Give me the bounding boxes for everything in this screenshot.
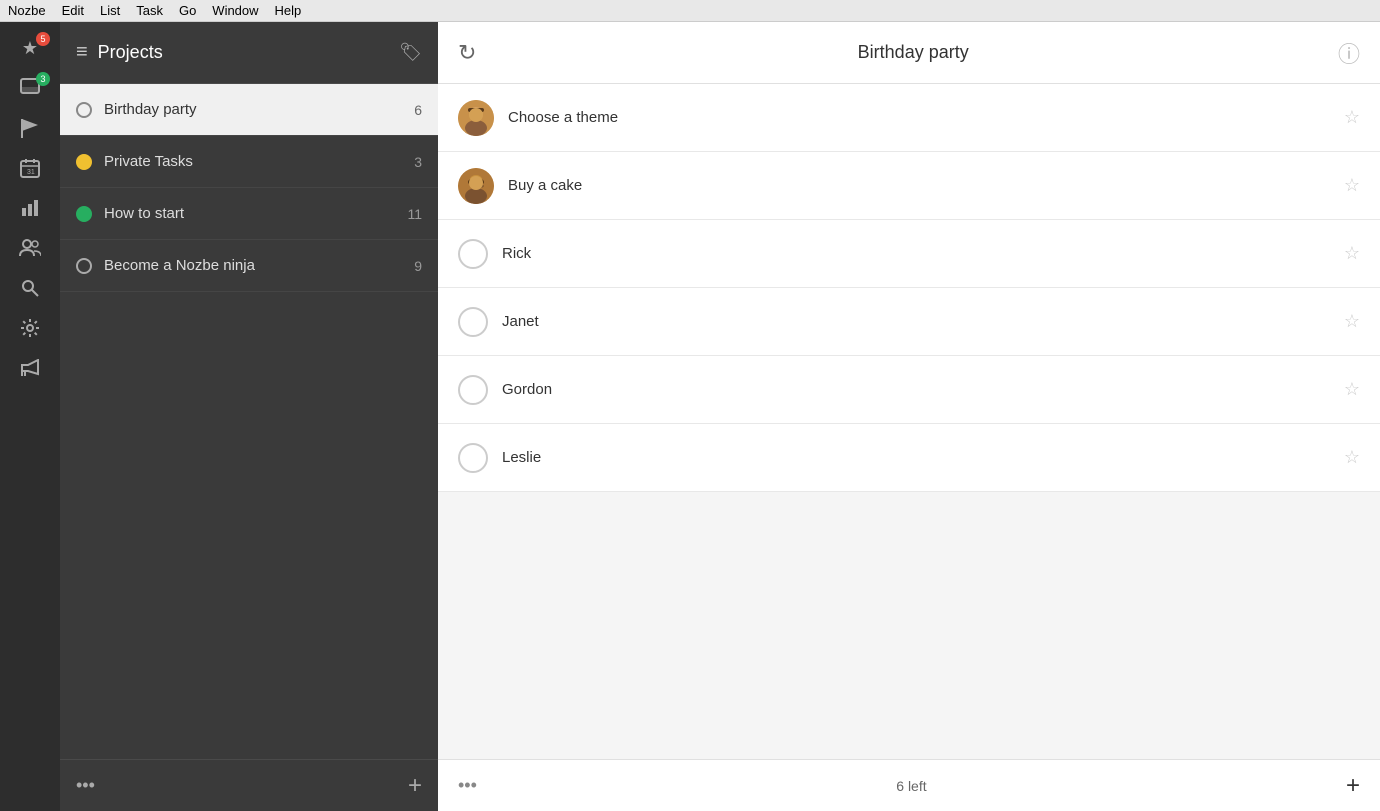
menu-nozbe[interactable]: Nozbe: [8, 3, 46, 18]
task-star-buy-cake[interactable]: ☆: [1344, 175, 1360, 196]
task-name-gordon: Gordon: [502, 381, 1330, 398]
project-name-birthday: Birthday party: [104, 101, 402, 118]
task-star-choose-theme[interactable]: ☆: [1344, 107, 1360, 128]
projects-header: ≡ Projects 🏷: [60, 22, 438, 84]
sidebar-item-team[interactable]: [8, 230, 52, 266]
task-name-janet: Janet: [502, 313, 1330, 330]
project-dot-birthday: [76, 102, 92, 118]
menu-help[interactable]: Help: [275, 3, 302, 18]
sidebar-item-search[interactable]: [8, 270, 52, 306]
project-count-ninja: 9: [414, 258, 422, 274]
task-item-janet[interactable]: Janet ☆: [438, 288, 1380, 356]
menu-window[interactable]: Window: [212, 3, 258, 18]
content-title: Birthday party: [488, 42, 1338, 63]
task-name-buy-cake: Buy a cake: [508, 177, 1330, 194]
projects-sidebar: ≡ Projects 🏷 Birthday party 6 Private Ta…: [60, 22, 438, 811]
sidebar-item-calendar[interactable]: 31: [8, 150, 52, 186]
task-item-leslie[interactable]: Leslie ☆: [438, 424, 1380, 492]
sidebar-item-inbox[interactable]: 3: [8, 70, 52, 106]
task-checkbox-janet[interactable]: [458, 307, 488, 337]
sidebar-item-flag[interactable]: [8, 110, 52, 146]
task-checkbox-leslie[interactable]: [458, 443, 488, 473]
sync-icon[interactable]: ↻: [458, 40, 476, 66]
task-star-leslie[interactable]: ☆: [1344, 447, 1360, 468]
task-item-gordon[interactable]: Gordon ☆: [438, 356, 1380, 424]
task-checkbox-rick[interactable]: [458, 239, 488, 269]
megaphone-icon: [20, 359, 40, 377]
content-add-button[interactable]: +: [1346, 772, 1360, 800]
info-icon[interactable]: ⓘ: [1338, 37, 1360, 69]
project-dot-howto: [76, 206, 92, 222]
main-content: ↻ Birthday party ⓘ Choose a theme ☆: [438, 22, 1380, 811]
content-footer-dots[interactable]: •••: [458, 775, 477, 796]
sidebar-item-megaphone[interactable]: [8, 350, 52, 386]
main-layout: ★ 5 3 31: [0, 22, 1380, 811]
team-icon: [19, 239, 41, 257]
menu-list[interactable]: List: [100, 3, 120, 18]
project-name-ninja: Become a Nozbe ninja: [104, 257, 402, 274]
sidebar-item-settings[interactable]: [8, 310, 52, 346]
project-count-private: 3: [414, 154, 422, 170]
task-name-rick: Rick: [502, 245, 1330, 262]
flag-icon: [21, 118, 39, 138]
task-name-choose-theme: Choose a theme: [508, 109, 1330, 126]
project-item-ninja[interactable]: Become a Nozbe ninja 9: [60, 240, 438, 292]
project-item-private[interactable]: Private Tasks 3: [60, 136, 438, 188]
task-list: Choose a theme ☆ Buy a cake ☆: [438, 84, 1380, 759]
inbox-badge: 3: [36, 72, 50, 86]
projects-footer: ••• +: [60, 759, 438, 811]
task-item-choose-theme[interactable]: Choose a theme ☆: [438, 84, 1380, 152]
search-icon: [21, 279, 39, 297]
calendar-icon: 31: [20, 158, 40, 178]
chart-icon: [20, 198, 40, 218]
tag-icon[interactable]: 🏷: [399, 42, 422, 63]
project-dot-private: [76, 154, 92, 170]
project-dot-ninja: [76, 258, 92, 274]
menu-go[interactable]: Go: [179, 3, 196, 18]
avatar-choose-theme: [458, 100, 494, 136]
project-count-howto: 11: [407, 206, 422, 222]
svg-text:31: 31: [27, 169, 35, 176]
avatar-buy-cake: [458, 168, 494, 204]
gear-icon: [20, 318, 40, 338]
projects-header-title: Projects: [98, 42, 389, 63]
project-name-private: Private Tasks: [104, 153, 402, 170]
task-item-rick[interactable]: Rick ☆: [438, 220, 1380, 288]
projects-header-icon: ≡: [76, 41, 88, 64]
sidebar-item-chart[interactable]: [8, 190, 52, 226]
task-item-buy-cake[interactable]: Buy a cake ☆: [438, 152, 1380, 220]
project-count-birthday: 6: [414, 102, 422, 118]
projects-footer-dots[interactable]: •••: [76, 775, 398, 796]
menu-task[interactable]: Task: [136, 3, 163, 18]
sidebar-item-star[interactable]: ★ 5: [8, 30, 52, 66]
content-footer-count: 6 left: [477, 778, 1346, 794]
project-item-birthday[interactable]: Birthday party 6: [60, 84, 438, 136]
project-item-howto[interactable]: How to start 11: [60, 188, 438, 240]
task-name-leslie: Leslie: [502, 449, 1330, 466]
task-star-gordon[interactable]: ☆: [1344, 379, 1360, 400]
task-star-rick[interactable]: ☆: [1344, 243, 1360, 264]
content-header: ↻ Birthday party ⓘ: [438, 22, 1380, 84]
icon-sidebar: ★ 5 3 31: [0, 22, 60, 811]
project-name-howto: How to start: [104, 205, 395, 222]
projects-add-button[interactable]: +: [408, 772, 422, 800]
task-star-janet[interactable]: ☆: [1344, 311, 1360, 332]
menu-edit[interactable]: Edit: [62, 3, 84, 18]
menu-bar: Nozbe Edit List Task Go Window Help: [0, 0, 1380, 22]
star-badge: 5: [36, 32, 50, 46]
task-checkbox-gordon[interactable]: [458, 375, 488, 405]
content-footer: ••• 6 left +: [438, 759, 1380, 811]
